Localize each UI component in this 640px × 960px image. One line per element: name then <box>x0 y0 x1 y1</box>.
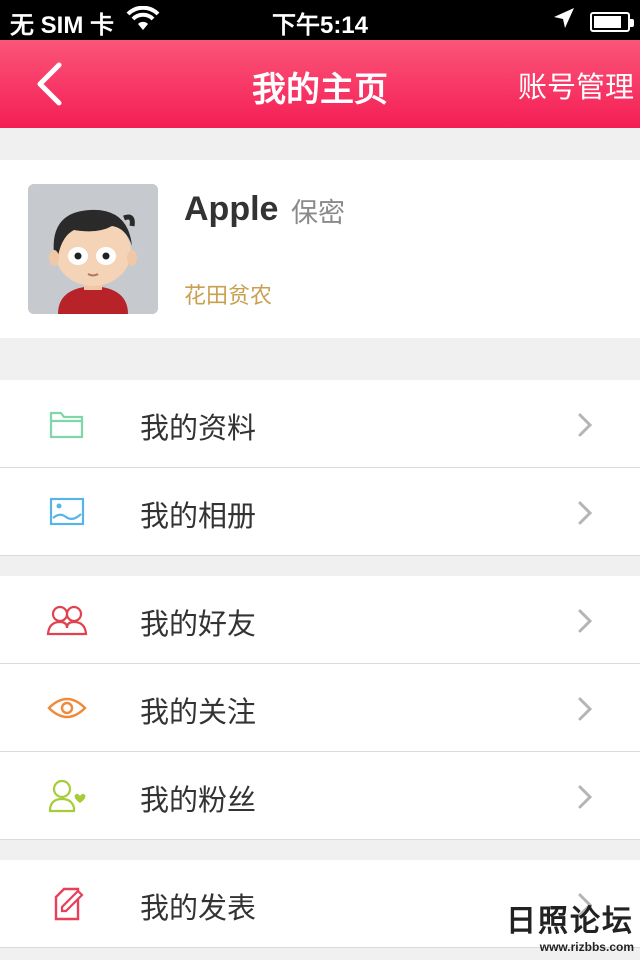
menu-group-profile: 我的资料 我的相册 <box>0 380 640 556</box>
menu-label: 我的相册 <box>140 499 257 533</box>
chevron-right-icon <box>576 608 594 634</box>
avatar[interactable] <box>28 184 158 314</box>
menu-item-my-album[interactable]: 我的相册 <box>0 468 640 556</box>
battery-fill <box>594 15 622 28</box>
folder-icon <box>46 404 88 444</box>
location-arrow-icon <box>552 6 576 37</box>
menu-label: 我的发表 <box>140 891 257 925</box>
menu-label: 我的粉丝 <box>140 783 257 817</box>
menu-label: 我的资料 <box>140 411 257 445</box>
chevron-left-icon <box>37 62 62 106</box>
status-right <box>552 6 634 37</box>
nav-bar: 我的主页 账号管理 <box>0 40 640 128</box>
menu-item-my-info[interactable]: 我的资料 <box>0 380 640 468</box>
menu-label: 我的好友 <box>140 607 257 641</box>
chevron-right-icon <box>576 500 594 526</box>
user-gender: 保密 <box>291 198 345 229</box>
account-manage-button[interactable]: 账号管理 <box>518 64 634 106</box>
cartoon-boy-avatar-icon <box>28 184 158 314</box>
eye-icon <box>46 688 88 728</box>
status-time: 下午5:14 <box>271 12 369 39</box>
battery-icon <box>590 11 634 32</box>
user-level: 花田贫农 <box>184 284 273 309</box>
menu-item-my-friends[interactable]: 我的好友 <box>0 576 640 664</box>
picture-icon <box>46 492 88 532</box>
chevron-right-icon <box>576 696 594 722</box>
watermark: 日照论坛 www.rizbbs.com <box>506 896 634 954</box>
user-heart-icon <box>46 776 88 816</box>
edit-icon <box>46 884 88 924</box>
menu-group-social: 我的好友 我的关注 我的粉丝 <box>0 576 640 840</box>
profile-card[interactable]: Apple 保密 花田贫农 <box>0 160 640 338</box>
back-button[interactable] <box>24 58 74 110</box>
watermark-url: www.rizbbs.com <box>539 940 634 954</box>
menu-label: 我的关注 <box>140 695 257 729</box>
chevron-right-icon <box>576 784 594 810</box>
status-bar: 无 SIM 卡 下午5:14 <box>0 0 640 40</box>
user-name: Apple <box>184 190 279 228</box>
chevron-right-icon <box>576 412 594 438</box>
watermark-title: 日照论坛 <box>506 904 634 939</box>
menu-item-my-fans[interactable]: 我的粉丝 <box>0 752 640 840</box>
friends-icon <box>46 600 88 640</box>
menu-item-my-following[interactable]: 我的关注 <box>0 664 640 752</box>
